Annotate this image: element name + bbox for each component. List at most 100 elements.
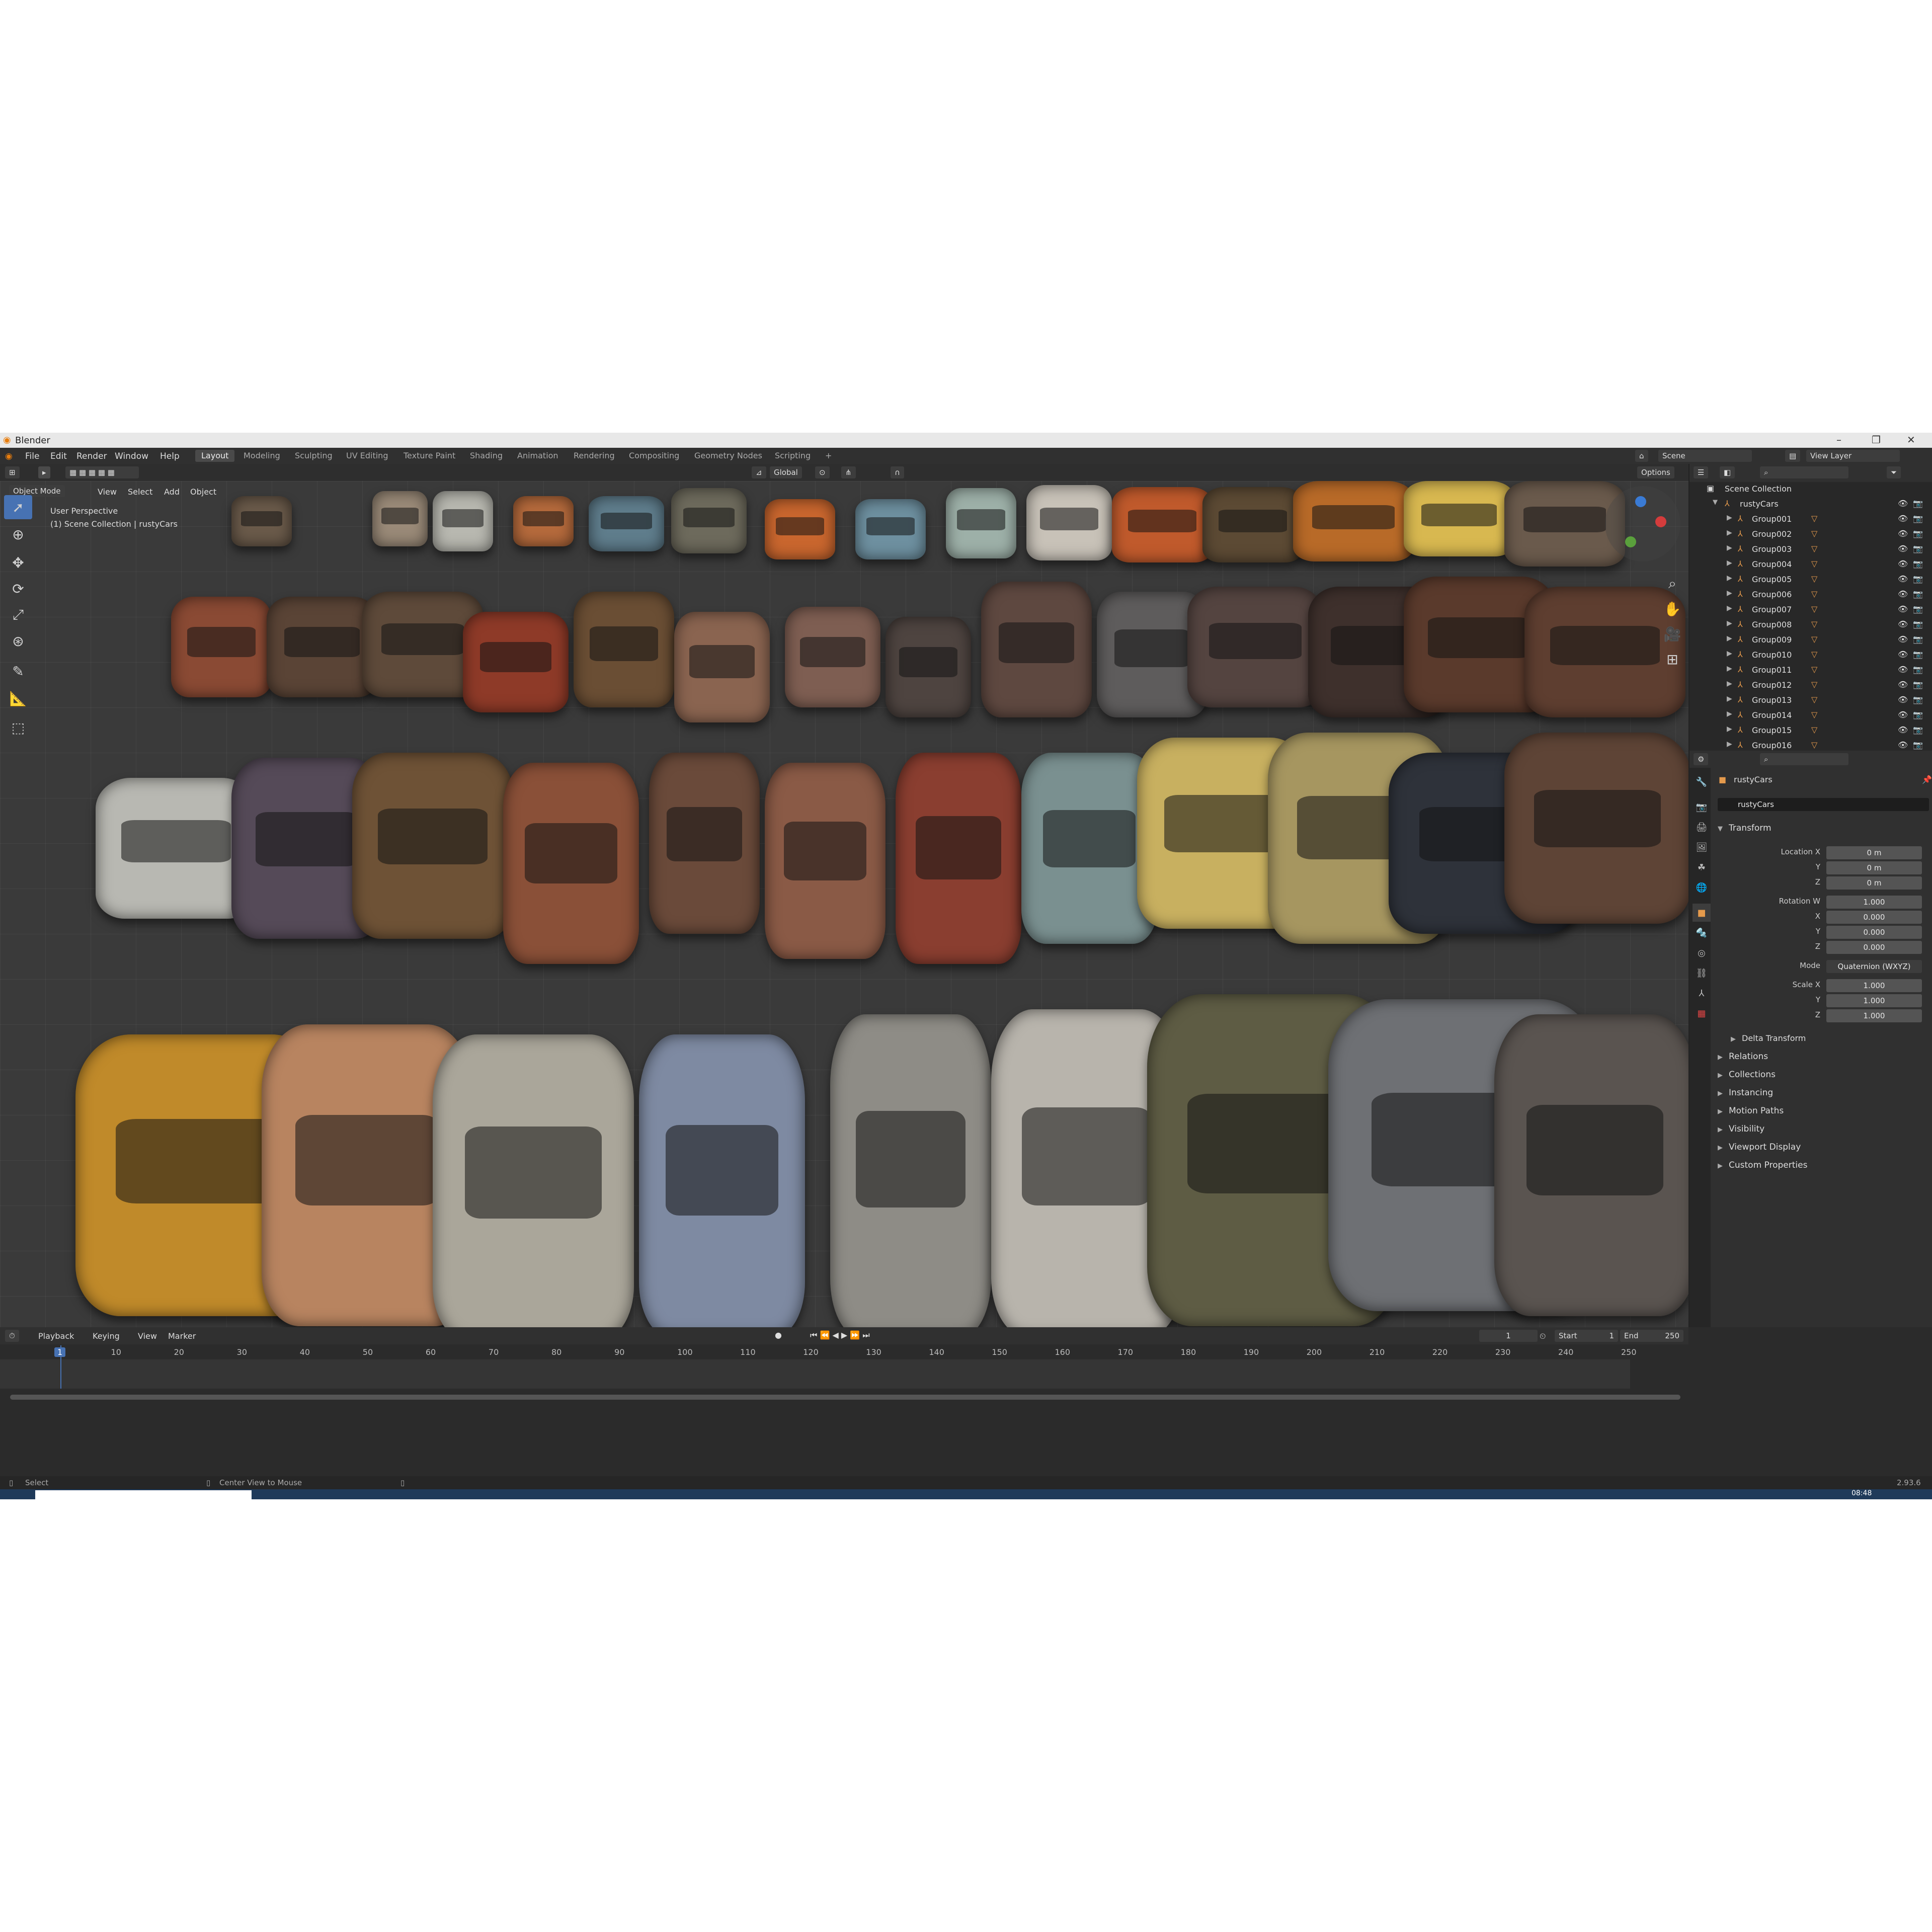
camera-render-icon[interactable]: 📷 [1913,634,1923,644]
snap-icon[interactable]: ⋔ [841,466,856,478]
rotation-mode-dropdown[interactable]: Quaternion (WXYZ) [1826,960,1922,973]
add-cube-icon[interactable]: ⬚ [4,715,32,740]
modifier-tab-icon[interactable]: 🔩 [1693,924,1711,942]
eye-icon[interactable]: 👁 [1898,529,1908,538]
tab-rendering[interactable]: Rendering [568,450,621,462]
search-icon[interactable]: ⌕ [1760,466,1848,478]
transform-icon[interactable]: ⊛ [4,629,32,653]
tab-modeling[interactable]: Modeling [237,450,286,462]
eye-icon[interactable]: 👁 [1898,559,1908,569]
collapse-icon[interactable]: ▼ [1713,499,1718,506]
motion-paths-panel[interactable]: ▶ Motion Paths [1718,1106,1784,1116]
camera-render-icon[interactable]: 📷 [1913,604,1923,614]
location-x-field[interactable]: 0 m [1826,846,1922,859]
camera-render-icon[interactable]: 📷 [1913,589,1923,599]
scene-selector-icon[interactable]: ⌂ [1635,450,1648,462]
object-tab-icon[interactable]: ■ [1693,904,1711,922]
eye-icon[interactable]: 👁 [1898,514,1908,523]
grid-icon[interactable]: ⊞ [1658,647,1686,671]
view-layer-name[interactable]: View Layer [1806,450,1900,462]
expand-icon[interactable]: ▶ [1727,604,1732,612]
world-tab-icon[interactable]: 🌐 [1693,878,1711,897]
camera-render-icon[interactable]: 📷 [1913,574,1923,584]
outliner-item[interactable]: ▶ ⅄ Group008 ▽ 👁 📷 [1689,618,1932,633]
properties-search-icon[interactable]: ⌕ [1760,753,1848,765]
preview-range-icon[interactable]: ⏲ [1540,1331,1546,1341]
viewport-menu-view[interactable]: View [98,487,117,497]
eye-icon[interactable]: 👁 [1898,710,1908,719]
camera-render-icon[interactable]: 📷 [1913,529,1923,538]
outliner-item[interactable]: ▶ ⅄ Group006 ▽ 👁 📷 [1689,588,1932,603]
collections-panel[interactable]: ▶ Collections [1718,1070,1776,1080]
navigation-gizmo[interactable] [1605,486,1680,561]
tab-scripting[interactable]: Scripting [769,450,817,462]
expand-icon[interactable]: ▶ [1727,650,1732,658]
measure-icon[interactable]: 📐 [4,686,32,710]
end-frame-field[interactable]: End 250 [1620,1330,1683,1342]
hand-icon[interactable]: ✋ [1658,597,1686,621]
outliner-editor-icon[interactable]: ☰ [1694,466,1709,478]
outliner-item[interactable]: ▶ ⅄ Group009 ▽ 👁 📷 [1689,633,1932,648]
outliner-item[interactable]: ▶ ⅄ Group003 ▽ 👁 📷 [1689,542,1932,557]
proportional-icon[interactable]: ∩ [891,466,904,478]
eye-icon[interactable]: 👁 [1898,634,1908,644]
timeline-scrollbar[interactable] [10,1395,1680,1400]
physics-tab-icon[interactable]: ◎ [1693,944,1711,962]
outliner-item[interactable]: ▶ ⅄ Group004 ▽ 👁 📷 [1689,557,1932,573]
rotate-icon[interactable]: ⟳ [4,577,32,601]
camera-render-icon[interactable]: 📷 [1913,619,1923,629]
eye-icon[interactable]: 👁 [1898,589,1908,599]
tab-sculpting[interactable]: Sculpting [289,450,339,462]
eye-icon[interactable]: 👁 [1898,574,1908,584]
eye-icon[interactable]: 👁 [1898,665,1908,674]
tab-shading[interactable]: Shading [464,450,509,462]
add-workspace-button[interactable]: + [819,450,838,462]
outliner-collection-row[interactable]: ▼ ⅄ rustyCars 👁 📷 [1689,497,1932,512]
camera-render-icon[interactable]: 📷 [1913,514,1923,523]
expand-icon[interactable]: ▶ [1727,725,1732,733]
viewport-menu-add[interactable]: Add [164,487,180,497]
expand-icon[interactable]: ▶ [1727,619,1732,627]
object-name-field[interactable]: rustyCars [1718,798,1929,811]
camera-render-icon[interactable]: 📷 [1913,725,1923,735]
camera-render-icon[interactable]: 📷 [1913,740,1923,750]
scene-tab-icon[interactable]: ☘ [1693,858,1711,876]
view-layer-icon[interactable]: ▤ [1785,450,1801,462]
taskbar-search[interactable] [35,1490,252,1499]
filter-icon[interactable]: ⏷ [1887,466,1901,478]
eye-icon[interactable]: 👁 [1898,619,1908,629]
render-tab-icon[interactable]: 📷 [1693,798,1711,816]
outliner-item[interactable]: ▶ ⅄ Group007 ▽ 👁 📷 [1689,603,1932,618]
transform-orientation[interactable]: Global [770,466,802,478]
menu-window[interactable]: Window [115,451,148,461]
tab-texture-paint[interactable]: Texture Paint [397,450,461,462]
scale-y-field[interactable]: 1.000 [1826,994,1922,1007]
viewport-display-panel[interactable]: ▶ Viewport Display [1718,1142,1801,1152]
minimize-icon[interactable]: – [1836,434,1841,446]
menu-render[interactable]: Render [76,451,107,461]
eye-icon[interactable]: 👁 [1898,725,1908,735]
3d-viewport[interactable]: Object Mode View Select Add Object User … [0,481,1688,1327]
expand-icon[interactable]: ▶ [1727,680,1732,688]
timeline-track[interactable] [0,1359,1630,1389]
menu-file[interactable]: File [25,451,39,461]
blender-menu-icon[interactable]: ◉ [5,451,13,461]
expand-icon[interactable]: ▶ [1727,589,1732,597]
outliner-item[interactable]: ▶ ⅄ Group005 ▽ 👁 📷 [1689,573,1932,588]
eye-icon[interactable]: 👁 [1898,499,1908,508]
record-icon[interactable]: ● [775,1330,782,1340]
location-y-field[interactable]: 0 m [1826,861,1922,874]
tab-uv-editing[interactable]: UV Editing [340,450,394,462]
custom-properties-panel[interactable]: ▶ Custom Properties [1718,1160,1807,1170]
tab-compositing[interactable]: Compositing [623,450,685,462]
select-mode-icon[interactable]: ▸ [38,466,50,478]
rotation-w-field[interactable]: 1.000 [1826,896,1922,909]
camera-render-icon[interactable]: 📷 [1913,680,1923,689]
delta-transform-panel[interactable]: ▶ Delta Transform [1731,1033,1806,1043]
expand-icon[interactable]: ▶ [1727,740,1732,748]
timeline-menu-playback[interactable]: Playback [38,1331,74,1341]
rotation-x-field[interactable]: 0.000 [1826,911,1922,924]
transform-panel-header[interactable]: ▼ Transform [1718,823,1772,833]
properties-editor-icon[interactable]: ⚙ [1694,753,1709,765]
eye-icon[interactable]: 👁 [1898,604,1908,614]
